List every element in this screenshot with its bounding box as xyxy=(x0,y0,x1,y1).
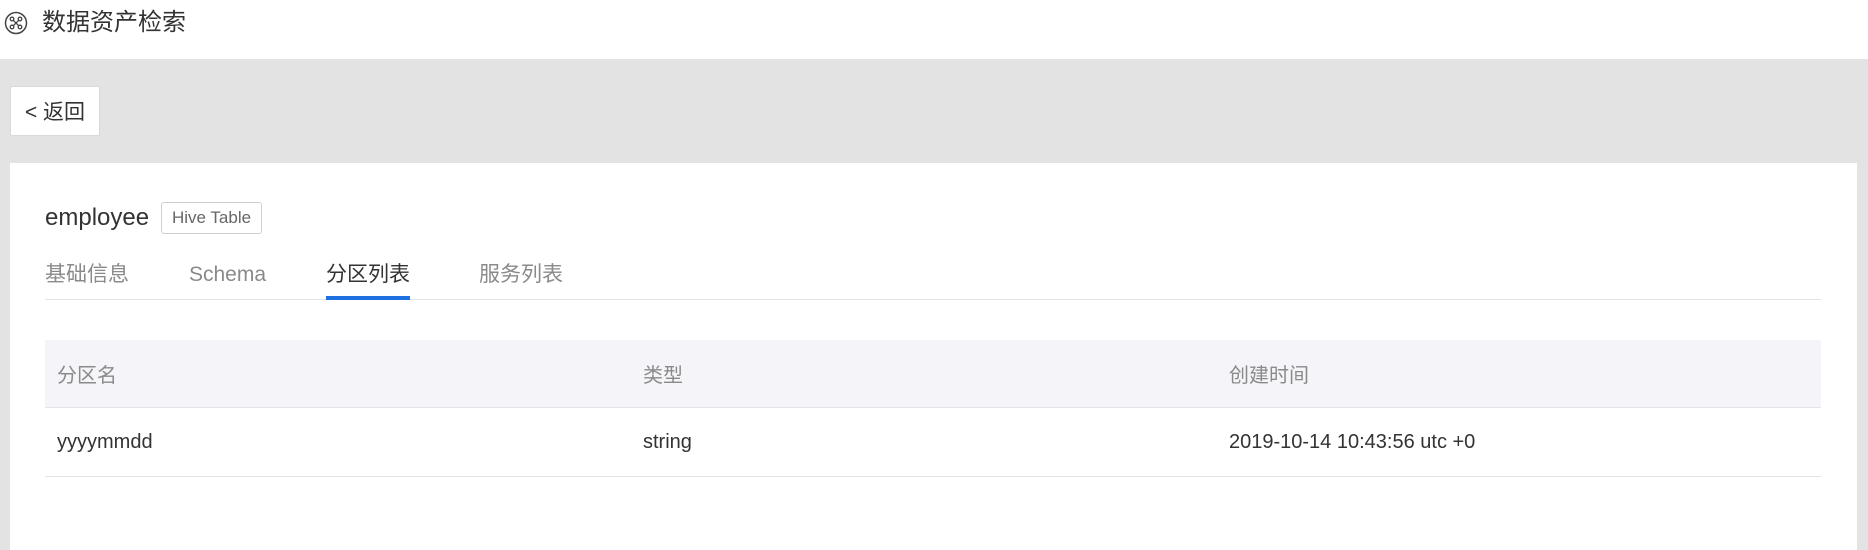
asset-type-badge: Hive Table xyxy=(161,202,263,234)
tab-partition-list[interactable]: 分区列表 xyxy=(326,261,410,300)
tab-basic-info[interactable]: 基础信息 xyxy=(45,261,129,299)
table-header: 分区名 类型 创建时间 xyxy=(45,340,1821,408)
column-header-partition-name: 分区名 xyxy=(57,365,117,387)
asset-name: employee xyxy=(45,204,150,231)
tab-service-list[interactable]: 服务列表 xyxy=(479,261,563,299)
cell-partition-name: yyyymmdd xyxy=(57,430,153,453)
tab-schema[interactable]: Schema xyxy=(189,261,266,299)
column-header-created-time: 创建时间 xyxy=(1229,365,1309,387)
app-title: 数据资产检索 xyxy=(42,9,186,36)
cell-created-time: 2019-10-14 10:43:56 utc +0 xyxy=(1229,430,1476,453)
back-button[interactable]: < 返回 xyxy=(10,86,100,136)
cell-type: string xyxy=(643,430,692,453)
network-icon xyxy=(4,11,28,35)
detail-card: employee Hive Table 基础信息 Schema 分区列表 服务列… xyxy=(10,163,1857,550)
table-row: yyyymmdd string 2019-10-14 10:43:56 utc … xyxy=(45,408,1821,477)
column-header-type: 类型 xyxy=(643,365,683,387)
tab-bar: 基础信息 Schema 分区列表 服务列表 xyxy=(45,261,1821,300)
top-bar: 数据资产检索 xyxy=(0,0,1868,59)
partition-table: 分区名 类型 创建时间 yyyymmdd string 2019-10-14 1… xyxy=(45,340,1821,477)
